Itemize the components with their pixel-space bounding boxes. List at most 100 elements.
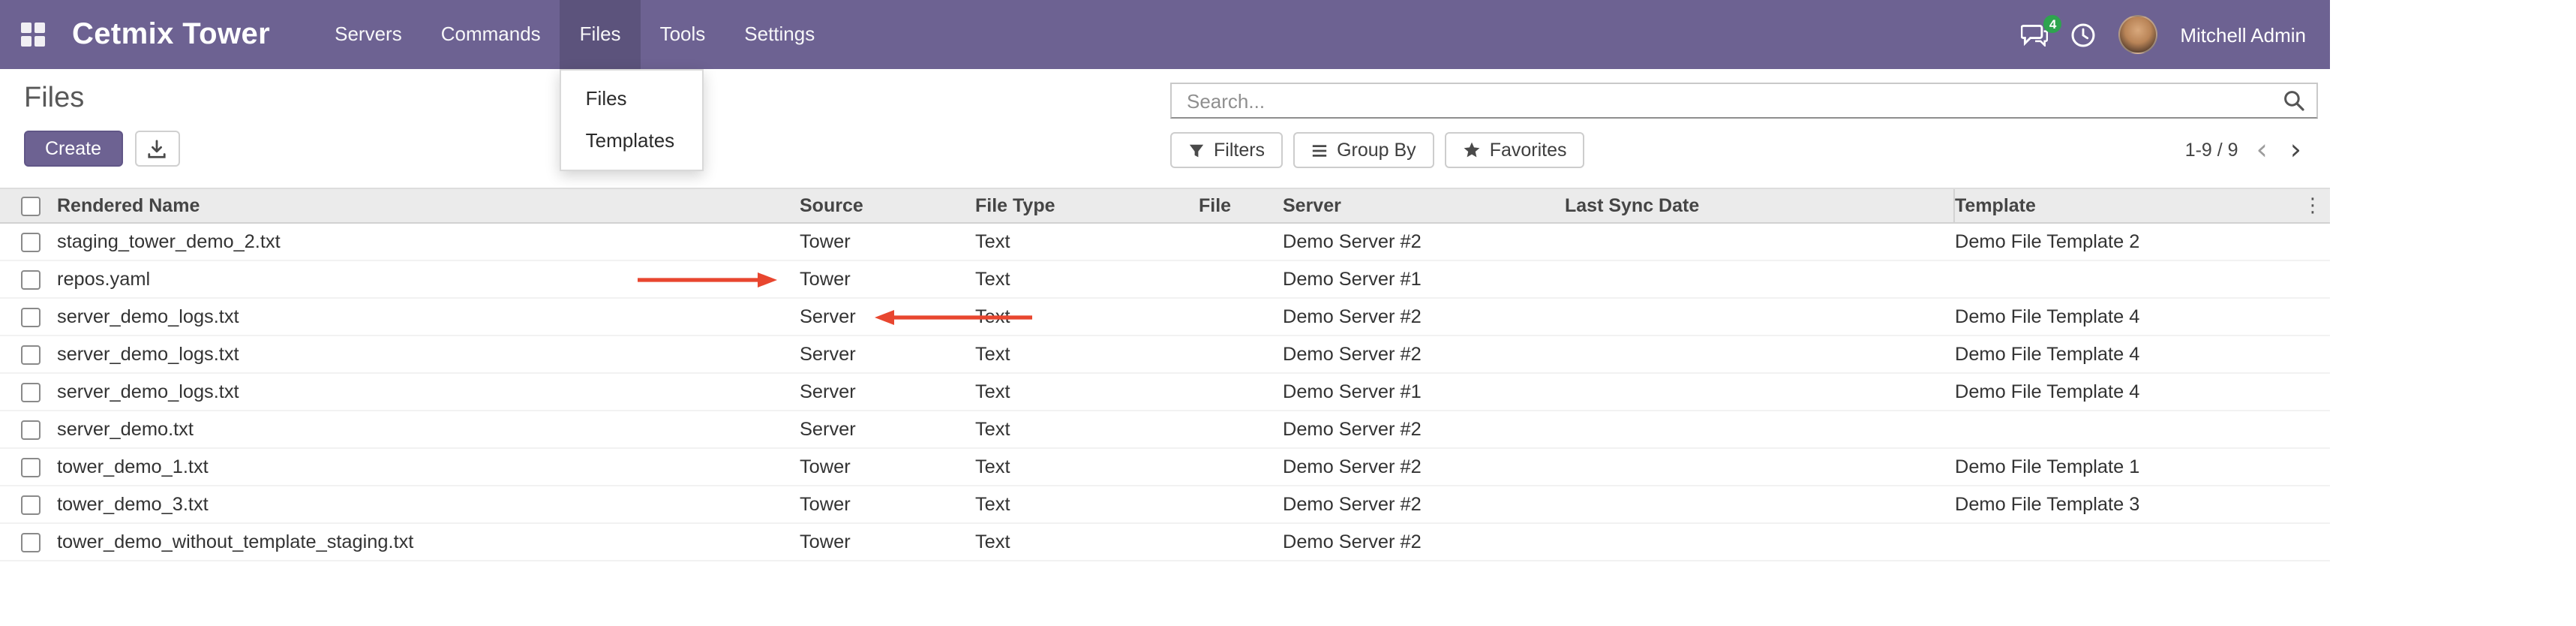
apps-grid-square xyxy=(21,23,32,33)
cell-rendered-name: repos.yaml xyxy=(57,261,800,297)
column-header-file[interactable]: File xyxy=(1199,189,1283,222)
user-avatar[interactable] xyxy=(2118,15,2157,54)
table-row[interactable]: staging_tower_demo_2.txt Tower Text Demo… xyxy=(0,224,2330,261)
row-checkbox[interactable] xyxy=(21,495,41,514)
table-row[interactable]: server_demo_logs.txt Server Text Demo Se… xyxy=(0,336,2330,374)
select-all-checkbox[interactable] xyxy=(21,196,41,215)
cell-template xyxy=(1955,411,2330,447)
control-panel: Files Create xyxy=(0,69,2330,188)
cell-server: Demo Server #2 xyxy=(1283,486,1565,522)
apps-menu-icon[interactable] xyxy=(21,23,48,47)
cell-last-sync-date xyxy=(1565,224,1955,260)
column-header-server[interactable]: Server xyxy=(1283,189,1565,222)
cell-file xyxy=(1199,336,1283,372)
cell-rendered-name: staging_tower_demo_2.txt xyxy=(57,224,800,260)
cell-file-type: Text xyxy=(975,486,1199,522)
cell-template: Demo File Template 4 xyxy=(1955,299,2330,335)
table-row[interactable]: repos.yaml Tower Text Demo Server #1 xyxy=(0,261,2330,299)
nav-item-commands[interactable]: Commands xyxy=(422,0,560,69)
cell-file-type: Text xyxy=(975,411,1199,447)
files-dropdown-menu: Files Templates xyxy=(560,69,704,171)
row-checkbox[interactable] xyxy=(21,307,41,327)
cp-left-actions: Create xyxy=(24,131,179,167)
cell-file xyxy=(1199,524,1283,560)
group-by-list-icon xyxy=(1311,142,1328,158)
table-row[interactable]: tower_demo_3.txt Tower Text Demo Server … xyxy=(0,486,2330,524)
table-row[interactable]: server_demo_logs.txt Server Text Demo Se… xyxy=(0,374,2330,411)
cell-template xyxy=(1955,261,2330,297)
create-button[interactable]: Create xyxy=(24,131,122,167)
cell-server: Demo Server #2 xyxy=(1283,336,1565,372)
cell-last-sync-date xyxy=(1565,336,1955,372)
dropdown-item-templates[interactable]: Templates xyxy=(562,120,702,162)
dropdown-item-files[interactable]: Files xyxy=(562,78,702,120)
apps-grid-square xyxy=(35,23,45,33)
cell-last-sync-date xyxy=(1565,449,1955,485)
cell-rendered-name: server_demo_logs.txt xyxy=(57,374,800,410)
cell-file-type: Text xyxy=(975,374,1199,410)
cell-rendered-name: server_demo_logs.txt xyxy=(57,336,800,372)
cell-file-type: Text xyxy=(975,224,1199,260)
app-brand[interactable]: Cetmix Tower xyxy=(72,0,270,69)
column-header-rendered-name[interactable]: Rendered Name xyxy=(57,189,800,222)
cell-file xyxy=(1199,374,1283,410)
optional-columns-toggle-icon[interactable]: ⋮ xyxy=(2303,189,2322,225)
user-menu[interactable]: Mitchell Admin xyxy=(2180,23,2306,46)
row-checkbox[interactable] xyxy=(21,345,41,364)
cell-server: Demo Server #1 xyxy=(1283,261,1565,297)
cell-source: Tower xyxy=(800,524,975,560)
messages-count-badge: 4 xyxy=(2044,14,2061,32)
cell-file xyxy=(1199,299,1283,335)
cell-file xyxy=(1199,486,1283,522)
systray: 4 Mitchell Admin xyxy=(2021,0,2330,69)
table-row[interactable]: server_demo.txt Server Text Demo Server … xyxy=(0,411,2330,449)
favorites-button[interactable]: Favorites xyxy=(1445,132,1585,168)
nav-item-settings[interactable]: Settings xyxy=(725,0,834,69)
cell-source: Tower xyxy=(800,449,975,485)
row-checkbox[interactable] xyxy=(21,420,41,439)
cell-last-sync-date xyxy=(1565,299,1955,335)
cell-template: Demo File Template 3 xyxy=(1955,486,2330,522)
nav-item-tools[interactable]: Tools xyxy=(641,0,725,69)
row-checkbox[interactable] xyxy=(21,532,41,552)
row-checkbox[interactable] xyxy=(21,232,41,251)
column-header-source[interactable]: Source xyxy=(800,189,975,222)
download-button[interactable] xyxy=(134,131,179,167)
column-header-template[interactable]: Template xyxy=(1953,189,2330,222)
nav-item-servers[interactable]: Servers xyxy=(315,0,422,69)
cell-server: Demo Server #2 xyxy=(1283,449,1565,485)
page-title: Files xyxy=(24,83,84,116)
cell-last-sync-date xyxy=(1565,261,1955,297)
search-input[interactable] xyxy=(1172,89,2283,112)
cell-server: Demo Server #2 xyxy=(1283,524,1565,560)
cell-file xyxy=(1199,261,1283,297)
pager-next-button[interactable]: › xyxy=(2286,135,2306,165)
row-checkbox[interactable] xyxy=(21,457,41,477)
pager-range: 1-9 / 9 xyxy=(2185,140,2238,161)
cell-rendered-name: tower_demo_1.txt xyxy=(57,449,800,485)
pager: 1-9 / 9 ‹ › xyxy=(2185,132,2306,168)
favorites-button-label: Favorites xyxy=(1490,140,1567,161)
filters-button[interactable]: Filters xyxy=(1170,132,1283,168)
cell-rendered-name: server_demo_logs.txt xyxy=(57,299,800,335)
table-row[interactable]: server_demo_logs.txt Server Text Demo Se… xyxy=(0,299,2330,336)
column-header-last-sync-date[interactable]: Last Sync Date xyxy=(1565,189,1955,222)
row-checkbox[interactable] xyxy=(21,269,41,289)
cell-file-type: Text xyxy=(975,449,1199,485)
cell-source: Server xyxy=(800,374,975,410)
nav-item-files[interactable]: Files Files Templates xyxy=(560,0,641,69)
cell-server: Demo Server #2 xyxy=(1283,224,1565,260)
pager-previous-button[interactable]: ‹ xyxy=(2252,135,2272,165)
column-header-file-type[interactable]: File Type xyxy=(975,189,1199,222)
activities-button[interactable] xyxy=(2070,22,2096,47)
group-by-button[interactable]: Group By xyxy=(1293,132,1434,168)
app-window: Cetmix Tower Servers Commands Files File… xyxy=(0,0,2330,626)
cell-file-type: Text xyxy=(975,524,1199,560)
files-list: Rendered Name Source File Type File Serv… xyxy=(0,188,2330,561)
search-bar xyxy=(1170,83,2318,119)
table-row[interactable]: tower_demo_without_template_staging.txt … xyxy=(0,524,2330,561)
table-row[interactable]: tower_demo_1.txt Tower Text Demo Server … xyxy=(0,449,2330,486)
messages-button[interactable]: 4 xyxy=(2021,23,2048,46)
row-checkbox[interactable] xyxy=(21,382,41,402)
search-submit[interactable] xyxy=(2283,90,2316,111)
